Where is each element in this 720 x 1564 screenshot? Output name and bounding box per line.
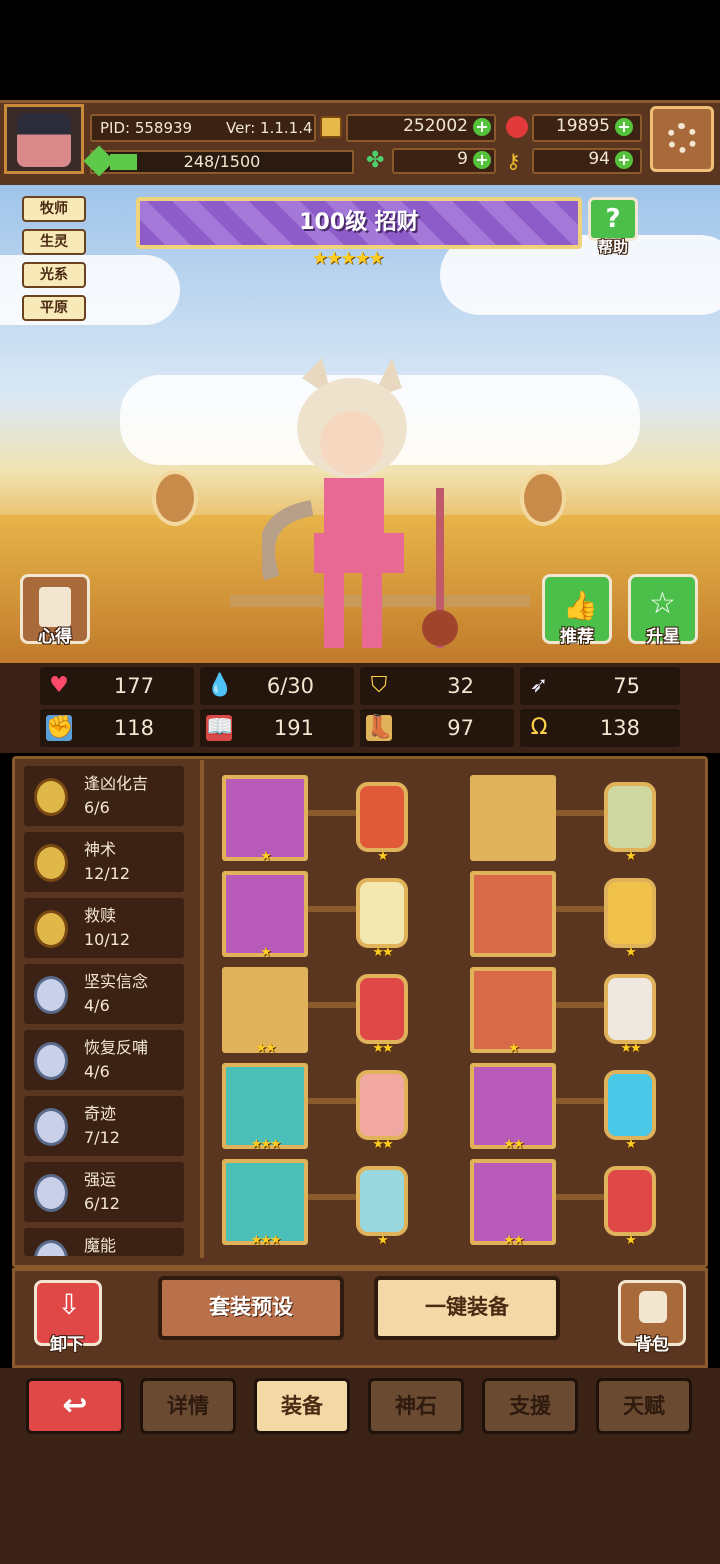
gem-slot[interactable] xyxy=(356,878,408,948)
heart-icon: ♥ xyxy=(49,673,69,698)
tab-details[interactable]: 详情 xyxy=(140,1378,236,1434)
action-bar xyxy=(12,1268,708,1368)
skill-coin-icon xyxy=(34,1240,68,1256)
recommend-label: 推荐 xyxy=(560,627,594,647)
player-avatar[interactable] xyxy=(4,104,84,174)
stat-magic: 📖 191 xyxy=(200,709,354,747)
hero-stars: ★★★★★ xyxy=(312,248,385,269)
skill-item[interactable]: 奇迹 7/12 xyxy=(24,1096,184,1156)
tag-terrain: 平原 xyxy=(22,295,86,321)
tab-talent[interactable]: 天赋 xyxy=(596,1378,692,1434)
gear-icon xyxy=(667,123,697,153)
help-button[interactable]: ? xyxy=(588,197,638,241)
gold-amount: 252002 xyxy=(403,116,468,136)
tag-class: 牧师 xyxy=(22,196,86,222)
back-arrow-icon: ↩ xyxy=(62,1388,88,1423)
hero-title-banner: 100级 招财 xyxy=(136,197,582,249)
gem-slot[interactable] xyxy=(604,974,656,1044)
stat-luck: Ω 138 xyxy=(520,709,680,747)
tag-element: 光系 xyxy=(22,262,86,288)
arrow-down-icon: ⇩ xyxy=(57,1288,81,1321)
skill-item[interactable]: 魔能 xyxy=(24,1228,184,1256)
notes-label: 心得 xyxy=(38,627,72,647)
gem-slot[interactable] xyxy=(604,782,656,852)
preset-button[interactable]: 套装预设 xyxy=(158,1276,344,1340)
hero-character[interactable] xyxy=(262,358,462,658)
fist-icon: ✊ xyxy=(46,715,74,741)
stat-mana: 💧 6/30 xyxy=(200,667,354,705)
gem-slot[interactable] xyxy=(356,974,408,1044)
skill-coin-icon xyxy=(34,1108,68,1146)
star-up-icon: ☆ xyxy=(649,586,676,621)
gem-slot[interactable] xyxy=(604,1070,656,1140)
version-text: Ver: 1.1.1.4 xyxy=(226,119,313,137)
tab-godstone[interactable]: 神石 xyxy=(368,1378,464,1434)
back-button[interactable]: ↩ xyxy=(26,1378,124,1434)
skill-item[interactable]: 恢复反哺 4/6 xyxy=(24,1030,184,1090)
stat-dodge: ➶ 75 xyxy=(520,667,680,705)
tab-equipment[interactable]: 装备 xyxy=(254,1378,350,1434)
equip-slot-helmet[interactable] xyxy=(470,871,556,957)
clover-icon: ✤ xyxy=(366,148,385,173)
skill-coin-icon xyxy=(34,910,68,948)
skill-coin-icon xyxy=(34,976,68,1014)
wing-icon: ➶ xyxy=(529,673,549,698)
gold-coin-icon xyxy=(320,116,342,138)
clover-add-button[interactable]: + xyxy=(473,151,491,169)
pid-text: PID: 558939 xyxy=(100,119,193,137)
gem-slot[interactable] xyxy=(356,1166,408,1236)
gem-slot[interactable] xyxy=(356,782,408,852)
key-icon: ⚷ xyxy=(506,149,521,173)
ruby-amount: 19895 xyxy=(555,116,610,136)
equip-all-button[interactable]: 一键装备 xyxy=(374,1276,560,1340)
hero-title: 100级 招财 xyxy=(299,210,419,235)
panel-divider xyxy=(200,760,204,1258)
exp-bar: 248/1500 xyxy=(90,150,354,174)
ruby-icon xyxy=(506,116,528,138)
right-emblem-icon[interactable] xyxy=(520,470,566,526)
stat-hp: ♥ 177 xyxy=(40,667,194,705)
clover-amount: 9 xyxy=(457,149,468,169)
stat-armor: ⛉ 32 xyxy=(360,667,514,705)
unequip-label: 卸下 xyxy=(50,1335,84,1355)
skill-item[interactable]: 救赎 10/12 xyxy=(24,898,184,958)
tab-support[interactable]: 支援 xyxy=(482,1378,578,1434)
thumbs-up-icon: 👍 xyxy=(563,589,598,622)
skill-item[interactable]: 逢凶化吉 6/6 xyxy=(24,766,184,826)
armor-shield-icon: ⛉ xyxy=(370,673,388,698)
id-pill: PID: 558939 Ver: 1.1.1.4 xyxy=(90,114,316,142)
skill-coin-icon xyxy=(34,844,68,882)
skill-coin-icon xyxy=(34,1174,68,1212)
spellbook-icon: 📖 xyxy=(206,715,234,741)
gem-slot[interactable] xyxy=(604,878,656,948)
skill-coin-icon xyxy=(34,1042,68,1080)
bag-label: 背包 xyxy=(635,1335,669,1355)
key-add-button[interactable]: + xyxy=(615,151,633,169)
skill-item[interactable]: 神术 12/12 xyxy=(24,832,184,892)
key-amount: 94 xyxy=(588,149,610,169)
stat-attack: ✊ 118 xyxy=(40,709,194,747)
skill-item[interactable]: 强运 6/12 xyxy=(24,1162,184,1222)
skill-item[interactable]: 坚实信念 4/6 xyxy=(24,964,184,1024)
tag-race: 生灵 xyxy=(22,229,86,255)
gem-slot[interactable] xyxy=(356,1070,408,1140)
upstar-label: 升星 xyxy=(646,627,680,647)
stat-speed: 👢 97 xyxy=(360,709,514,747)
help-label: 帮助 xyxy=(597,238,628,256)
equip-slot-crown[interactable] xyxy=(470,775,556,861)
settings-button[interactable] xyxy=(650,106,714,172)
mana-drop-icon: 💧 xyxy=(206,673,234,698)
boots-icon: 👢 xyxy=(366,715,394,741)
left-emblem-icon[interactable] xyxy=(152,470,198,526)
horseshoe-icon: Ω xyxy=(530,715,548,740)
skill-coin-icon xyxy=(34,778,68,816)
backpack-icon xyxy=(639,1291,667,1323)
gem-slot[interactable] xyxy=(604,1166,656,1236)
notes-book-icon xyxy=(39,587,71,627)
ruby-add-button[interactable]: + xyxy=(615,118,633,136)
gold-add-button[interactable]: + xyxy=(473,118,491,136)
exp-text: 248/1500 xyxy=(183,152,261,171)
